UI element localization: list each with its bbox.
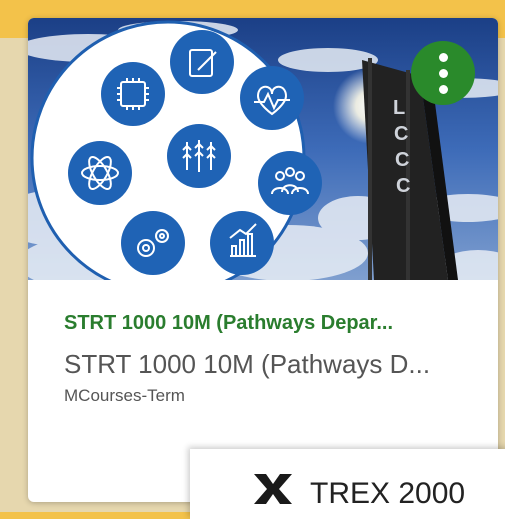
tower-letter: L [393,97,405,119]
chip-icon [101,62,165,126]
atom-icon [68,141,132,205]
menu-dot [438,84,448,94]
course-term: MCourses-Term [64,386,185,405]
edit-icon [170,30,234,94]
course-card[interactable]: L C C C STRT 1000 10M (Pathways Depar...… [28,18,498,502]
course-popup-card[interactable]: TREX 2000 [190,449,505,519]
chart-growth-icon [210,211,274,275]
people-icon [258,151,322,215]
course-subtitle: STRT 1000 10M (Pathways D... [64,349,431,379]
card-options-menu-button[interactable] [411,41,475,105]
tower-letter: C [396,175,410,197]
popup-course-name: TREX 2000 [310,477,466,510]
tower-letter: C [395,149,409,171]
tower-letter: C [394,123,408,145]
menu-dot [438,52,448,62]
heart-monitor-icon [240,66,304,130]
course-title-link[interactable]: STRT 1000 10M (Pathways Depar... [64,312,484,335]
trex-logo-icon [254,474,292,504]
menu-dot [438,68,448,78]
